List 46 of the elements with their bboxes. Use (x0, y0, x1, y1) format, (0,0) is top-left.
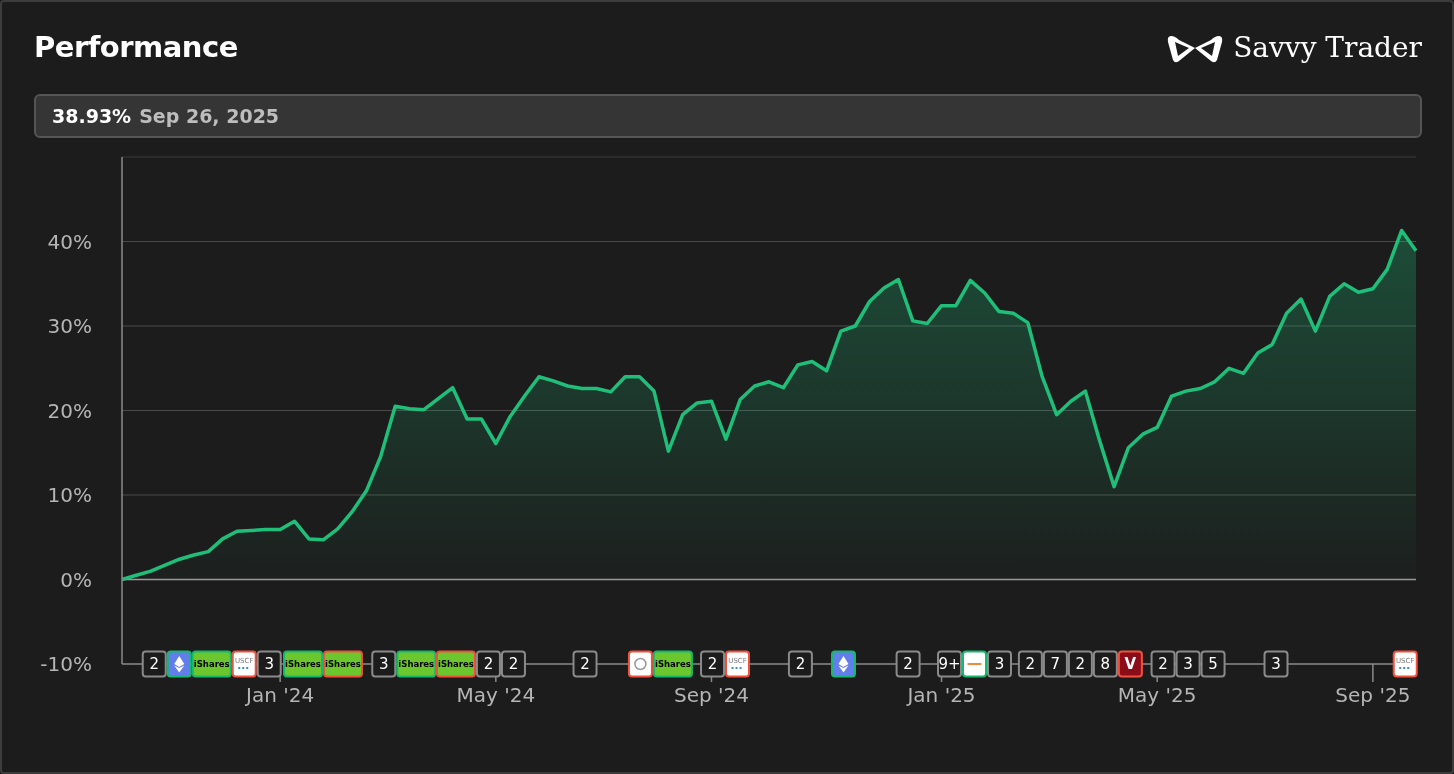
trade-count-marker[interactable]: 2 (1150, 650, 1176, 678)
asset-logo-marker[interactable] (962, 650, 987, 678)
trade-count-marker[interactable]: 3 (256, 650, 282, 678)
asset-logo-marker[interactable]: iShares (323, 650, 363, 678)
trade-count-marker[interactable]: 2 (895, 650, 921, 678)
asset-logo-marker[interactable]: iShares (283, 650, 323, 678)
asset-logo-marker[interactable]: iShares (652, 650, 693, 678)
trade-count-marker[interactable]: 3 (371, 650, 397, 678)
page-title: Performance (34, 29, 238, 66)
asset-logo-marker[interactable] (831, 650, 856, 678)
x-axis-label: May '25 (1117, 683, 1197, 707)
trade-count-marker[interactable]: 2 (500, 650, 526, 678)
y-axis-label: -10% (40, 652, 92, 676)
return-value: 38.93% (52, 103, 132, 129)
asset-logo-marker[interactable]: iShares (191, 650, 232, 678)
trade-count-marker[interactable]: 3 (987, 650, 1012, 678)
asset-logo-marker[interactable] (627, 650, 653, 678)
trade-count-marker[interactable]: 9+ (937, 650, 962, 678)
trade-count-marker[interactable]: 8 (1092, 650, 1118, 678)
x-axis-label: May '24 (456, 683, 536, 707)
trade-count-marker[interactable]: 2 (572, 650, 598, 678)
asset-logo-marker[interactable] (166, 650, 192, 678)
trade-count-marker[interactable]: 7 (1042, 650, 1068, 678)
x-axis-label: Sep '25 (1335, 683, 1411, 707)
trade-count-marker[interactable]: 3 (1263, 650, 1289, 678)
y-axis-label: 30% (47, 314, 92, 338)
trade-count-marker[interactable]: 2 (141, 650, 167, 678)
x-axis-label: Jan '24 (246, 683, 315, 707)
readout-date: Sep 26, 2025 (139, 103, 280, 129)
asset-logo-marker[interactable]: iShares (435, 650, 476, 678)
asset-logo-marker[interactable]: iShares (396, 650, 437, 678)
trade-count-marker[interactable]: 2 (1017, 650, 1043, 678)
trade-count-marker[interactable]: 2 (700, 650, 726, 678)
brand-name: Savvy Trader (1233, 29, 1422, 66)
x-axis-label: Sep '24 (674, 683, 749, 707)
y-axis-label: 10% (47, 483, 92, 507)
y-axis-label: 20% (47, 398, 92, 423)
x-axis-label: Jan '25 (907, 683, 976, 707)
trade-count-marker[interactable]: 2 (1067, 650, 1093, 678)
trade-count-marker[interactable]: 2 (787, 650, 813, 678)
trade-count-marker[interactable]: 3 (1175, 650, 1201, 678)
y-axis-label: 0% (60, 567, 92, 592)
trade-count-marker[interactable]: 5 (1200, 650, 1226, 678)
trade-count-marker[interactable]: 2 (475, 650, 501, 678)
asset-logo-marker[interactable]: V (1117, 650, 1143, 678)
y-axis-label: 40% (47, 229, 92, 254)
